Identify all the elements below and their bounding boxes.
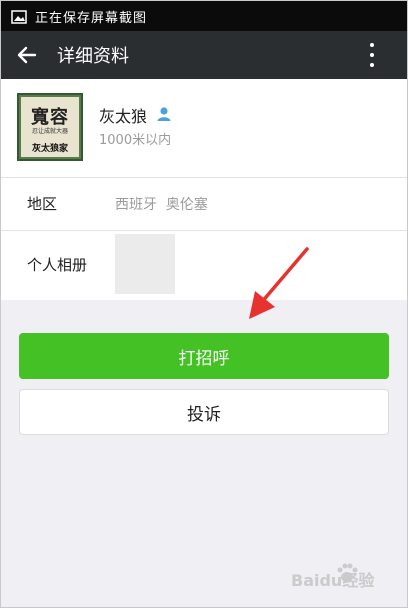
- region-label: 地区: [27, 195, 58, 213]
- avatar-subtitle-text: 忍让成就大器: [31, 128, 68, 135]
- back-button[interactable]: [15, 43, 39, 67]
- image-icon: [11, 9, 27, 24]
- profile-name: 灰太狼: [99, 107, 148, 126]
- avatar-bottom-text: 灰太狼家: [31, 144, 68, 154]
- page-title: 详细资料: [57, 46, 129, 67]
- status-text: 正在保存屏幕截图: [35, 10, 148, 26]
- person-icon: [155, 105, 173, 123]
- profile-distance: 1000米以内: [99, 133, 172, 148]
- report-button[interactable]: 投诉: [19, 389, 389, 435]
- album-label: 个人相册: [27, 256, 88, 274]
- more-vertical-icon: [370, 43, 374, 47]
- watermark: Baidu经验: [291, 561, 391, 591]
- greet-button[interactable]: 打招呼: [19, 333, 389, 379]
- app-bar: 详细资料: [1, 31, 407, 79]
- more-button[interactable]: [369, 43, 375, 67]
- avatar[interactable]: 寬容 忍让成就大器 灰太狼家: [17, 93, 83, 161]
- back-arrow-icon: [17, 46, 37, 64]
- watermark-text: Baidu经验: [291, 571, 375, 590]
- avatar-title-text: 寬容: [31, 107, 69, 128]
- region-value: 西班牙 奥伦塞: [115, 197, 208, 213]
- region-row: 地区 西班牙 奥伦塞: [1, 178, 407, 231]
- details-list: 地区 西班牙 奥伦塞 个人相册: [1, 177, 407, 300]
- phone-screen: 正在保存屏幕截图 详细资料 寬容 忍让成就大器 灰太狼家 灰太狼 1000米以内…: [0, 0, 408, 608]
- annotation-arrow: [249, 247, 309, 319]
- profile-card: 寬容 忍让成就大器 灰太狼家 灰太狼 1000米以内: [1, 79, 407, 177]
- album-row[interactable]: 个人相册: [1, 230, 407, 300]
- status-bar: 正在保存屏幕截图: [1, 1, 407, 31]
- album-photo-thumbnail[interactable]: [115, 234, 175, 294]
